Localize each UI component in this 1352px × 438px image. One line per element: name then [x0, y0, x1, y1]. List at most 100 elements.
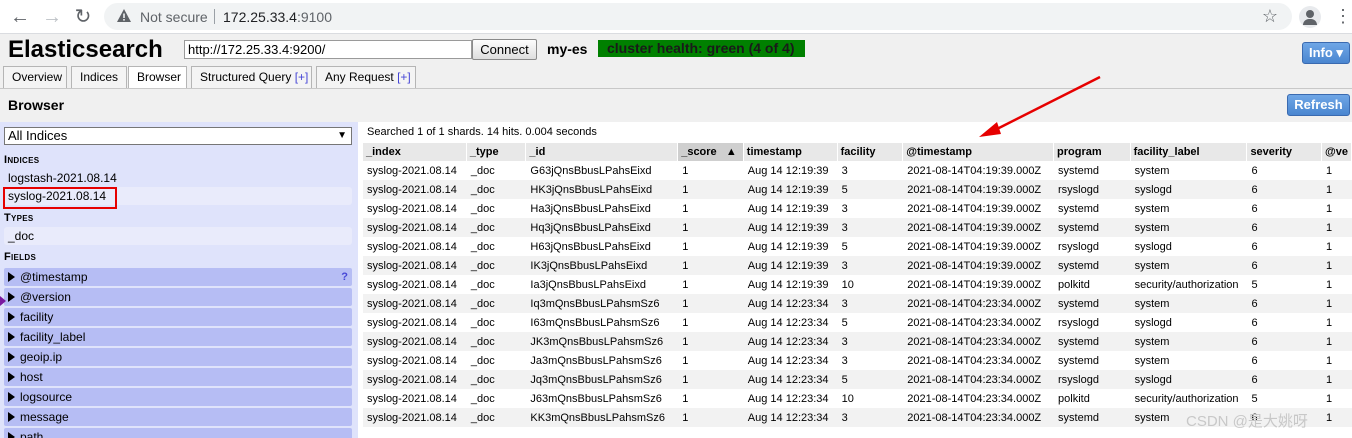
- table-row[interactable]: syslog-2021.08.14 _doc J63mQnsBbusLPahsmSz…: [363, 389, 1352, 408]
- tab-overview[interactable]: Overview: [3, 66, 67, 88]
- browser-toolbar: ← → ↻ Not secure 172.25.33.4:9100 ☆ ⋮: [0, 0, 1352, 34]
- back-arrow-icon[interactable]: ←: [10, 7, 30, 27]
- app-header: Elasticsearch Connect my-es cluster heal…: [0, 34, 1352, 89]
- cell-score: 1: [682, 202, 689, 215]
- field-label: logsource: [20, 390, 73, 404]
- cell-id: Hq3jQnsBbusLPahsEixd: [526, 218, 679, 237]
- cell-id: Ja3mQnsBbusLPahsmSz6: [530, 354, 662, 367]
- address-divider: [214, 9, 215, 24]
- connect-button[interactable]: Connect: [472, 39, 537, 60]
- table-row[interactable]: syslog-2021.08.14 _doc Ha3jQnsBbusLPahsEix…: [363, 199, 1352, 218]
- forward-arrow-icon[interactable]: →: [42, 7, 62, 27]
- index-select-value: All Indices: [8, 128, 68, 143]
- cell-index: syslog-2021.08.14: [367, 316, 457, 329]
- cell-at-timestamp: 2021-08-14T04:19:39.000Z: [903, 256, 1055, 275]
- cell-program: systemd: [1054, 408, 1131, 427]
- column-header-timestamp[interactable]: timestamp: [743, 143, 838, 161]
- cell-program: systemd: [1058, 164, 1099, 177]
- field-row-host[interactable]: host: [4, 368, 352, 386]
- results-body: syslog-2021.08.14 _doc G63jQnsBbusLPahsEix…: [363, 161, 1352, 427]
- menu-kebab-icon[interactable]: ⋮: [1334, 6, 1352, 27]
- column-header-score[interactable]: _score ▲: [678, 143, 744, 161]
- field-row-timestamp[interactable]: @timestamp?: [4, 268, 352, 286]
- cell-facility-label: syslogd: [1130, 370, 1248, 389]
- field-row-path[interactable]: path: [4, 428, 352, 438]
- cell-facility: 5: [837, 180, 904, 199]
- browser-section-header: Browser Refresh: [0, 88, 1352, 122]
- column-header-type[interactable]: _type: [466, 143, 527, 161]
- tab-plus-link[interactable]: [+]: [397, 70, 411, 84]
- index-select[interactable]: All Indices ▼: [4, 127, 352, 145]
- cell-program: rsyslogd: [1054, 180, 1131, 199]
- cell-facility: 3: [841, 202, 848, 215]
- reload-icon[interactable]: ↻: [73, 7, 93, 27]
- field-row-message[interactable]: message: [4, 408, 352, 426]
- field-row-facility-label[interactable]: facility_label: [4, 328, 352, 346]
- column-header-at-timestamp[interactable]: @timestamp: [903, 143, 1055, 161]
- tab-label: Structured Query: [200, 70, 292, 84]
- cell-score: 1: [678, 408, 744, 427]
- table-row[interactable]: syslog-2021.08.14 _doc H63jQnsBbusLPahsEix…: [363, 237, 1352, 256]
- cell-program: systemd: [1054, 332, 1131, 351]
- help-icon[interactable]: ?: [341, 268, 348, 286]
- column-header-index[interactable]: _index: [363, 143, 467, 161]
- cell-index: syslog-2021.08.14: [367, 278, 457, 291]
- tab-indices[interactable]: Indices: [71, 66, 127, 88]
- field-row-facility[interactable]: facility: [4, 308, 352, 326]
- account-icon[interactable]: [1299, 6, 1321, 28]
- tab-any-request[interactable]: Any Request [+]: [316, 66, 416, 88]
- column-header-program[interactable]: program: [1054, 143, 1131, 161]
- table-row[interactable]: syslog-2021.08.14 _doc IK3jQnsBbusLPahsEix…: [363, 256, 1352, 275]
- field-row-logsource[interactable]: logsource: [4, 388, 352, 406]
- cell-severity: 6: [1247, 332, 1322, 351]
- tab-browser[interactable]: Browser: [128, 66, 187, 89]
- star-icon[interactable]: ☆: [1262, 6, 1278, 27]
- cell-program: polkitd: [1058, 278, 1090, 291]
- table-row[interactable]: syslog-2021.08.14 _doc Ia3jQnsBbusLPahsEix…: [363, 275, 1352, 294]
- cell-program: systemd: [1058, 202, 1099, 215]
- cell-id: Ia3jQnsBbusLPahsEixd: [530, 278, 646, 291]
- column-header-facility[interactable]: facility: [837, 143, 904, 161]
- cell-severity: 6: [1247, 256, 1322, 275]
- table-row[interactable]: syslog-2021.08.14 _doc HK3jQnsBbusLPahsEix…: [363, 180, 1352, 199]
- table-row[interactable]: syslog-2021.08.14 _doc Hq3jQnsBbusLPahsEix…: [363, 218, 1352, 237]
- field-label: path: [20, 430, 44, 438]
- address-bar[interactable]: Not secure 172.25.33.4:9100 ☆: [104, 3, 1292, 30]
- info-menu-button[interactable]: Info ▾: [1302, 42, 1350, 64]
- cell-index: syslog-2021.08.14: [363, 256, 467, 275]
- tab-label: Browser: [137, 70, 182, 84]
- refresh-button[interactable]: Refresh: [1287, 94, 1350, 116]
- table-row[interactable]: syslog-2021.08.14 _doc JK3mQnsBbusLPahsmSz…: [363, 332, 1352, 351]
- cluster-url-input[interactable]: [184, 40, 472, 59]
- field-row-version[interactable]: @version: [4, 288, 352, 306]
- table-row[interactable]: syslog-2021.08.14 _doc Iq3mQnsBbusLPahsmSz…: [363, 294, 1352, 313]
- field-row-geoip-ip[interactable]: geoip.ip: [4, 348, 352, 366]
- expand-triangle-icon: [8, 432, 15, 438]
- table-row[interactable]: syslog-2021.08.14 _doc Jq3mQnsBbusLPahsmSz…: [363, 370, 1352, 389]
- cell-type: _doc: [470, 164, 495, 177]
- cell-facility: 10: [841, 392, 854, 405]
- cell-at-timestamp: 2021-08-14T04:23:34.000Z: [903, 294, 1055, 313]
- cell-score: 1: [678, 256, 744, 275]
- tab-structured-query[interactable]: Structured Query [+]: [191, 66, 312, 88]
- column-header-facility-label[interactable]: facility_label: [1130, 143, 1248, 161]
- cell-type: _doc: [466, 180, 527, 199]
- cell-id: IK3jQnsBbusLPahsEixd: [526, 256, 679, 275]
- column-header-version[interactable]: @ve: [1321, 143, 1352, 161]
- indices-heading-text: Indices: [4, 154, 40, 166]
- cell-at-timestamp: 2021-08-14T04:19:39.000Z: [907, 202, 1042, 215]
- type-item-doc[interactable]: _doc: [4, 227, 352, 245]
- tab-plus-link[interactable]: [+]: [295, 70, 309, 84]
- cell-timestamp: Aug 14 12:19:39: [743, 256, 838, 275]
- tab-label: Any Request: [325, 70, 394, 84]
- cell-facility: 5: [841, 316, 848, 329]
- index-item-logstash[interactable]: logstash-2021.08.14: [4, 169, 352, 187]
- table-row[interactable]: syslog-2021.08.14 _doc G63jQnsBbusLPahsEix…: [363, 161, 1352, 180]
- table-row[interactable]: syslog-2021.08.14 _doc I63mQnsBbusLPahsmSz…: [363, 313, 1352, 332]
- column-header-severity[interactable]: severity: [1247, 143, 1322, 161]
- column-header-id[interactable]: _id: [526, 143, 679, 161]
- table-row[interactable]: syslog-2021.08.14 _doc Ja3mQnsBbusLPahsmSz…: [363, 351, 1352, 370]
- cell-facility-label: system: [1134, 202, 1170, 215]
- cell-score: 1: [682, 316, 689, 329]
- cell-timestamp: Aug 14 12:23:34: [743, 332, 838, 351]
